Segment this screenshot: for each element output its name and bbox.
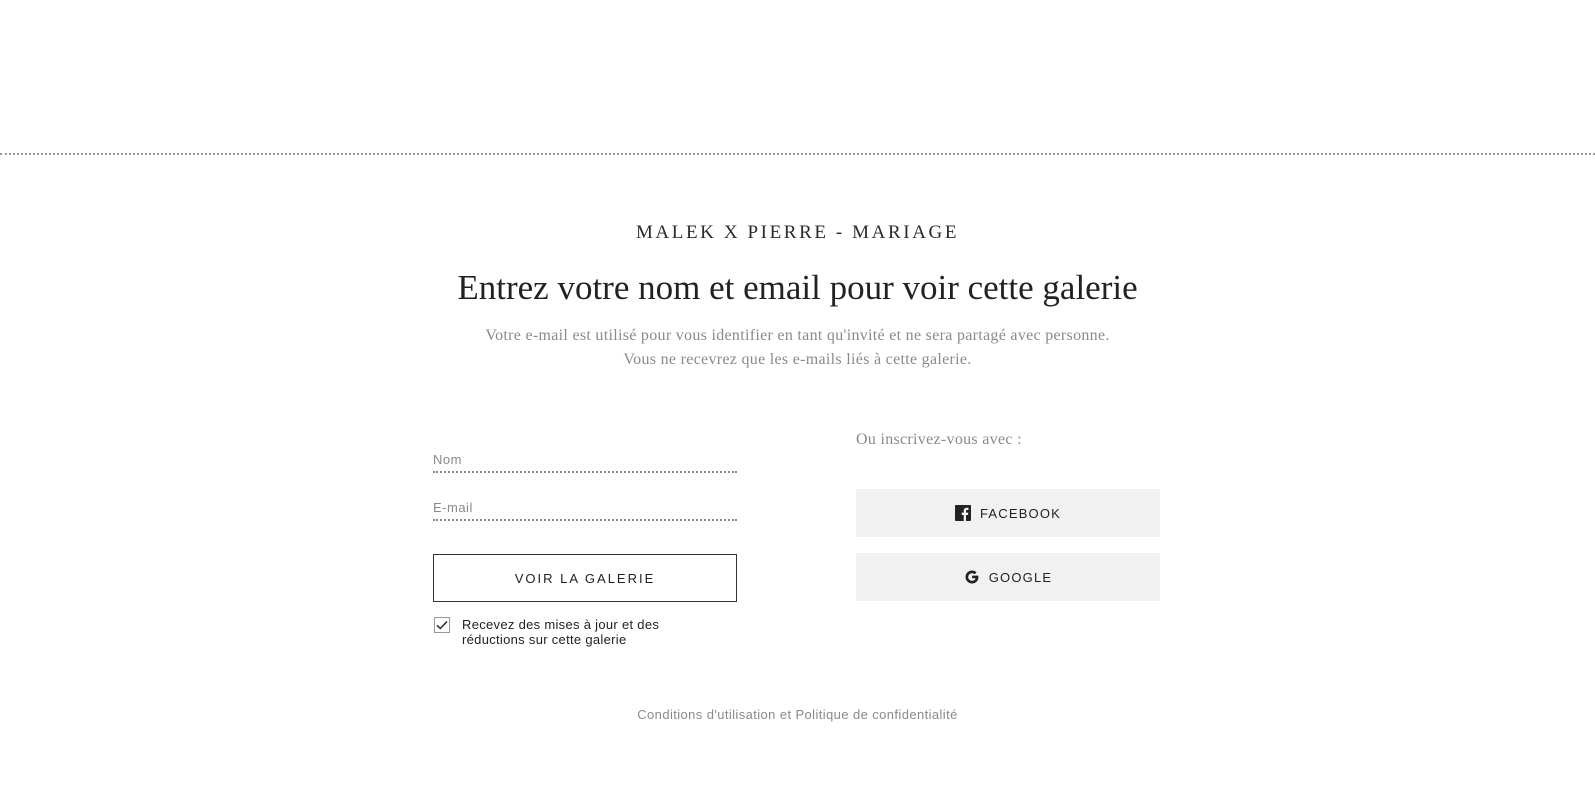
google-login-button[interactable]: GOOGLE (856, 553, 1160, 601)
facebook-label: FACEBOOK (979, 505, 1062, 521)
terms-privacy-footer: Conditions d'utilisation et Politique de… (0, 707, 1595, 722)
gallery-access-page: MALEK X PIERRE - MARIAGE Entrez votre no… (0, 0, 1595, 790)
facebook-icon (954, 505, 971, 521)
name-field (433, 449, 737, 473)
terms-privacy-link[interactable]: Conditions d'utilisation et Politique de… (637, 707, 957, 722)
privacy-notice: Votre e-mail est utilisé pour vous ident… (0, 324, 1595, 372)
email-input[interactable] (433, 497, 737, 517)
google-label: GOOGLE (988, 569, 1053, 585)
checkmark-icon (436, 621, 448, 630)
optin-checkbox[interactable] (434, 617, 450, 633)
name-input[interactable] (433, 449, 737, 469)
google-icon (964, 569, 980, 585)
header-divider (0, 153, 1595, 155)
page-headline: Entrez votre nom et email pour voir cett… (457, 268, 1138, 307)
optin-label: Recevez des mises à jour et des réductio… (462, 617, 660, 647)
privacy-notice-line-2: Vous ne recevrez que les e-mails liés à … (623, 351, 972, 368)
email-field (433, 497, 737, 521)
gallery-title: MALEK X PIERRE - MARIAGE (635, 222, 960, 243)
facebook-login-button[interactable]: FACEBOOK (856, 489, 1160, 537)
optin-row: Recevez des mises à jour et des réductio… (434, 617, 702, 647)
social-signup-label: Ou inscrivez-vous avec : (856, 431, 1022, 448)
privacy-notice-line-1: Votre e-mail est utilisé pour vous ident… (485, 327, 1110, 344)
view-gallery-button[interactable]: VOIR LA GALERIE (433, 554, 737, 602)
